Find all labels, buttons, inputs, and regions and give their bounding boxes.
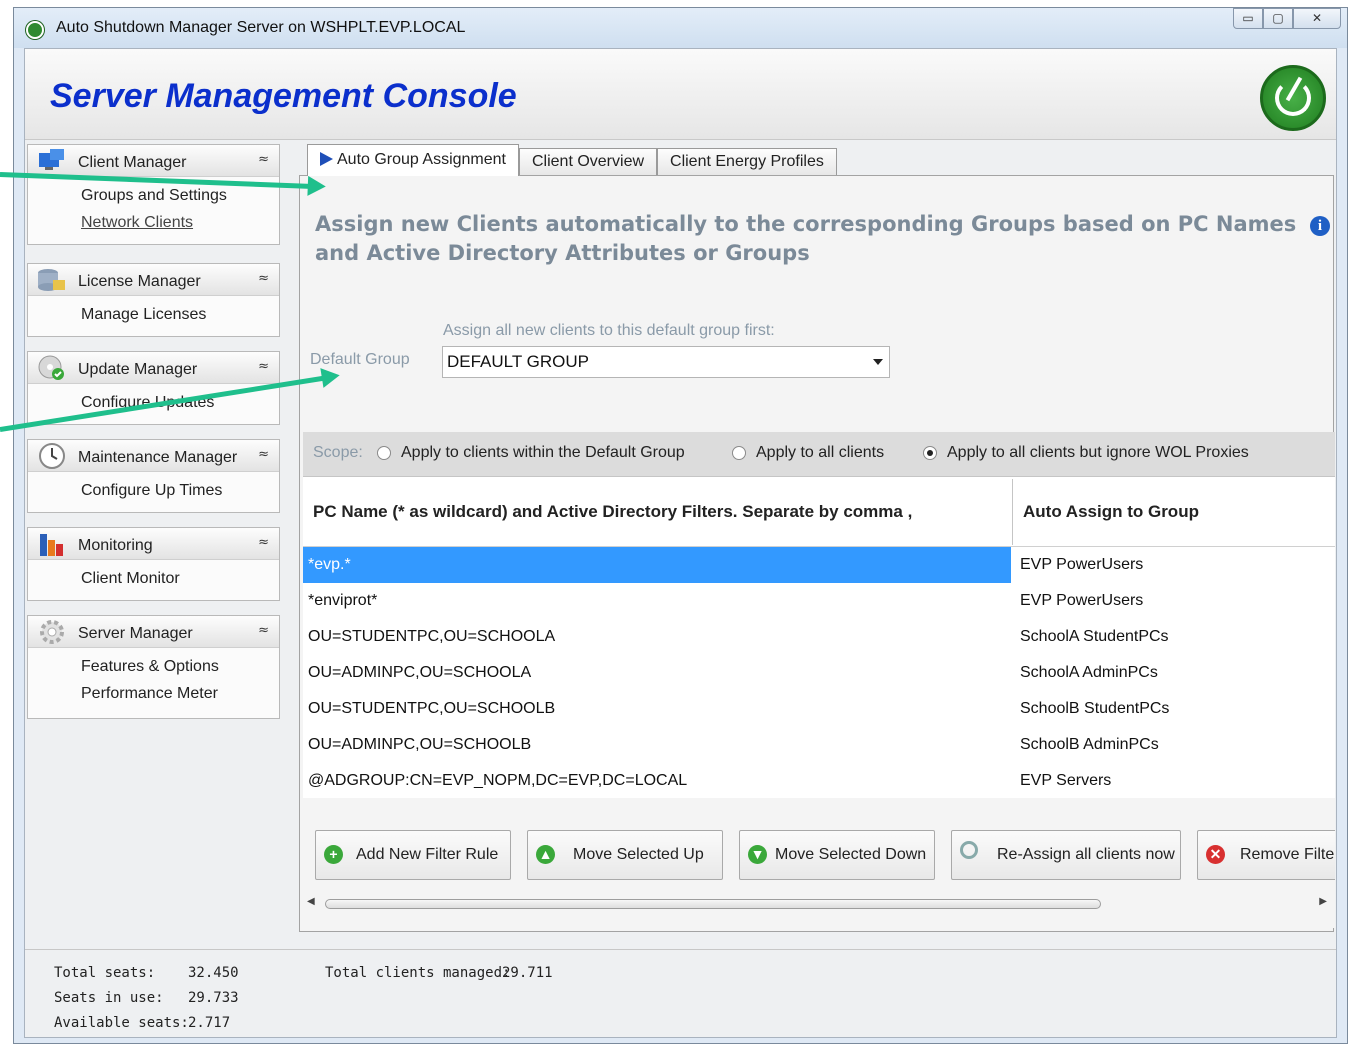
table-row[interactable]: OU=STUDENTPC,OU=SCHOOLA SchoolA StudentPC… [303,619,1335,655]
total-seats-value: 32.450 [188,965,239,981]
default-group-hint: Assign all new clients to this default g… [443,322,775,339]
panel-maintenance-manager: Maintenance Manager ≈ Configure Up Times [27,439,280,513]
page-headline: Assign new Clients automatically to the … [315,212,1297,265]
panel-header-client-manager[interactable]: Client Manager ≈ [28,145,279,177]
horizontal-scrollbar[interactable]: ◀ ▶ [303,888,1335,928]
panel-monitoring: Monitoring ≈ Client Monitor [27,527,280,601]
collapse-chevron-icon[interactable]: ≈ [258,535,269,550]
scope-label: Scope: [313,444,363,461]
scope-option-ignore-wol[interactable]: Apply to all clients but ignore WOL Prox… [947,444,1249,462]
table-row[interactable]: OU=ADMINPC,OU=SCHOOLB SchoolB AdminPCs [303,727,1335,763]
add-filter-rule-button[interactable]: + Add New Filter Rule [315,830,511,880]
action-buttons: + Add New Filter Rule ▲ Move Selected Up ▼… [303,798,1335,888]
panel-license-manager: License Manager ≈ Manage Licenses [27,263,280,337]
scope-option-default-group[interactable]: Apply to clients within the Default Grou… [401,444,685,462]
app-window: Auto Shutdown Manager Server on WSHPLT.E… [13,7,1348,1044]
sidebar: Client Manager ≈ Groups and Settings Net… [27,144,280,944]
power-logo-icon [1260,65,1326,131]
client-manager-icon [39,149,64,170]
sidebar-item-manage-licenses[interactable]: Manage Licenses [28,301,279,328]
scope-radio-default-group[interactable] [377,446,391,460]
seats-in-use-value: 29.733 [188,990,239,1006]
tab-strip: Auto Group Assignment Client Overview Cl… [307,144,837,176]
scroll-left-arrow-icon[interactable]: ◀ [307,896,315,907]
magnifier-icon [960,841,978,859]
available-seats-label: Available seats: [54,1015,189,1031]
monitoring-chart-icon [40,534,63,556]
scope-bar: Scope: Apply to clients within the Defau… [303,432,1335,476]
collapse-chevron-icon[interactable]: ≈ [258,359,269,374]
arrow-up-icon: ▲ [536,845,555,864]
total-clients-label: Total clients managed: [325,965,511,981]
arrow-down-icon: ▼ [748,845,767,864]
minimize-button[interactable]: ▭ [1233,8,1263,29]
server-gear-icon [40,620,64,644]
default-group-select[interactable]: DEFAULT GROUP [442,346,890,378]
scope-option-all-clients[interactable]: Apply to all clients [756,444,884,462]
window-title: Auto Shutdown Manager Server on WSHPLT.E… [56,19,466,36]
close-button[interactable]: ✕ [1293,8,1341,29]
panel-header-server-manager[interactable]: Server Manager ≈ [28,616,279,648]
maintenance-clock-icon [39,443,65,469]
table-row[interactable]: OU=STUDENTPC,OU=SCHOOLB SchoolB StudentPC… [303,691,1335,727]
collapse-chevron-icon[interactable]: ≈ [258,271,269,286]
update-manager-icon [38,355,64,380]
panel-header-update-manager[interactable]: Update Manager ≈ [28,352,279,384]
table-row[interactable]: *enviprot* EVP PowerUsers [303,583,1335,619]
collapse-chevron-icon[interactable]: ≈ [258,447,269,462]
move-down-button[interactable]: ▼ Move Selected Down [739,830,935,880]
title-bar[interactable]: Auto Shutdown Manager Server on WSHPLT.E… [14,8,1347,48]
collapse-chevron-icon[interactable]: ≈ [258,152,269,167]
sidebar-item-network-clients[interactable]: Network Clients [28,209,279,236]
tab-content: Assign new Clients automatically to the … [299,175,1335,932]
main-area: Auto Group Assignment Client Overview Cl… [293,144,1335,934]
panel-header-license-manager[interactable]: License Manager ≈ [28,264,279,296]
panel-header-maintenance-manager[interactable]: Maintenance Manager ≈ [28,440,279,472]
scroll-right-arrow-icon[interactable]: ▶ [1319,896,1327,907]
remove-icon: ✕ [1206,845,1225,864]
console-header: Server Management Console [25,49,1336,140]
license-manager-icon [38,269,65,291]
collapse-chevron-icon[interactable]: ≈ [258,623,269,638]
table-row[interactable]: OU=ADMINPC,OU=SCHOOLA SchoolA AdminPCs [303,655,1335,691]
panel-header-monitoring[interactable]: Monitoring ≈ [28,528,279,560]
tab-client-energy-profiles[interactable]: Client Energy Profiles [657,148,837,176]
panel-server-manager: Server Manager ≈ Features & Options Perf… [27,615,280,719]
total-seats-label: Total seats: [54,965,156,981]
table-row[interactable]: *evp.* EVP PowerUsers [303,547,1335,583]
console-title: Server Management Console [50,77,517,115]
filter-table: PC Name (* as wildcard) and Active Direc… [303,476,1335,798]
move-up-button[interactable]: ▲ Move Selected Up [527,830,723,880]
column-header-filter[interactable]: PC Name (* as wildcard) and Active Direc… [313,502,912,522]
tab-auto-group-assignment[interactable]: Auto Group Assignment [307,144,519,176]
sidebar-item-client-monitor[interactable]: Client Monitor [28,565,279,592]
remove-filter-button[interactable]: ✕ Remove Filter [1197,830,1335,880]
dropdown-arrow-icon [873,359,883,365]
add-icon: + [324,845,343,864]
info-icon[interactable]: i [1310,216,1330,236]
column-header-group[interactable]: Auto Assign to Group [1023,502,1199,522]
scope-radio-all-clients[interactable] [732,446,746,460]
seats-in-use-label: Seats in use: [54,990,164,1006]
sidebar-item-features-options[interactable]: Features & Options [28,653,279,680]
active-tab-arrow-icon [320,152,333,166]
available-seats-value: 2.717 [188,1015,231,1031]
table-header: PC Name (* as wildcard) and Active Direc… [303,477,1335,547]
total-clients-value: 29.711 [502,965,553,981]
scope-radio-ignore-wol[interactable] [923,446,937,460]
sidebar-item-performance-meter[interactable]: Performance Meter [28,680,279,707]
app-power-icon [26,21,44,39]
scrollbar-thumb[interactable] [325,899,1101,909]
reassign-clients-button[interactable]: Re-Assign all clients now [951,830,1181,880]
tab-client-overview[interactable]: Client Overview [518,148,658,176]
sidebar-item-configure-up-times[interactable]: Configure Up Times [28,477,279,504]
console-body: Server Management Console Client Manager… [24,48,1337,1038]
maximize-button[interactable]: ▢ [1263,8,1293,29]
status-bar: Total seats: 32.450 Seats in use: 29.733… [25,949,1336,1037]
table-row[interactable]: @ADGROUP:CN=EVP_NOPM,DC=EVP,DC=LOCAL EVP … [303,763,1335,799]
panel-client-manager: Client Manager ≈ Groups and Settings Net… [27,144,280,245]
